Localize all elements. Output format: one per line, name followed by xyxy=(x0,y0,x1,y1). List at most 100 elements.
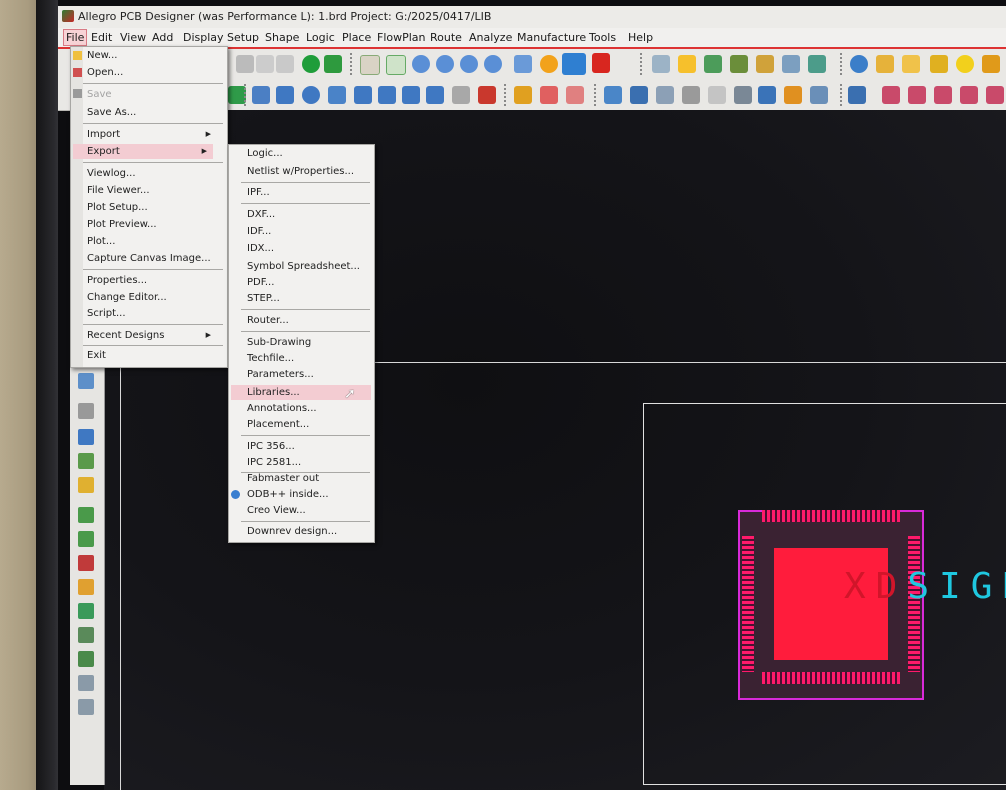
menu-item-properties[interactable]: Properties... xyxy=(87,273,147,288)
rotate-icon[interactable] xyxy=(78,675,94,691)
ratsnest-icon[interactable] xyxy=(302,55,320,73)
menu-tools[interactable]: Tools xyxy=(587,30,618,45)
menu-item-export-step[interactable]: STEP... xyxy=(247,291,280,306)
menu-view[interactable]: View xyxy=(118,30,148,45)
spread-icon[interactable] xyxy=(78,627,94,643)
info-icon[interactable] xyxy=(850,55,868,73)
grid-icon[interactable] xyxy=(652,55,670,73)
rect-icon[interactable] xyxy=(78,429,94,445)
menu-item-open[interactable]: Open... xyxy=(87,65,123,80)
connect-icon[interactable] xyxy=(78,507,94,523)
align-icon[interactable] xyxy=(78,373,94,389)
void-icon[interactable] xyxy=(378,86,396,104)
menu-item-plot-setup[interactable]: Plot Setup... xyxy=(87,200,148,215)
menu-item-export-logic[interactable]: Logic... xyxy=(247,146,283,161)
slide-tool-icon[interactable] xyxy=(78,531,94,547)
menu-item-export-ipc2581[interactable]: IPC 2581... xyxy=(247,455,301,470)
frame-icon[interactable] xyxy=(734,86,752,104)
mirror-icon[interactable] xyxy=(656,86,674,104)
slide-icon[interactable] xyxy=(908,86,926,104)
menu-item-file-viewer[interactable]: File Viewer... xyxy=(87,183,150,198)
fanout-icon[interactable] xyxy=(78,579,94,595)
zoom-out-icon[interactable] xyxy=(436,55,454,73)
delay-tune-icon[interactable] xyxy=(934,86,952,104)
menu-place[interactable]: Place xyxy=(340,30,373,45)
undo-icon[interactable] xyxy=(236,55,254,73)
array-icon[interactable] xyxy=(810,86,828,104)
shape-icon[interactable] xyxy=(354,86,372,104)
menu-item-export-placement[interactable]: Placement... xyxy=(247,417,309,432)
menu-add[interactable]: Add xyxy=(150,30,175,45)
color-icon[interactable] xyxy=(678,55,696,73)
dimension-icon[interactable] xyxy=(514,86,532,104)
swap-icon[interactable] xyxy=(630,86,648,104)
menu-setup[interactable]: Setup xyxy=(225,30,261,45)
menu-manufacture[interactable]: Manufacture xyxy=(515,30,588,45)
menu-item-export-odb[interactable]: ODB++ inside... xyxy=(247,487,329,502)
zoom-previous-icon[interactable] xyxy=(514,55,532,73)
via-icon[interactable] xyxy=(78,603,94,619)
add-connect-icon[interactable] xyxy=(882,86,900,104)
delete-icon[interactable] xyxy=(478,86,496,104)
merge-shapes-icon[interactable] xyxy=(426,86,444,104)
menu-item-import[interactable]: Import ▶ xyxy=(87,127,217,142)
menu-item-plot-preview[interactable]: Plot Preview... xyxy=(87,217,157,232)
menu-item-export-pdf[interactable]: PDF... xyxy=(247,275,274,290)
menu-item-exit[interactable]: Exit xyxy=(87,348,106,363)
add-line-icon[interactable] xyxy=(252,86,270,104)
measure-span-icon[interactable] xyxy=(566,86,584,104)
edit-text-icon[interactable] xyxy=(78,477,94,493)
line-icon[interactable] xyxy=(78,403,94,419)
menu-logic[interactable]: Logic xyxy=(304,30,337,45)
redraw-icon[interactable] xyxy=(540,55,558,73)
measure-h-icon[interactable] xyxy=(540,86,558,104)
menu-item-save-as[interactable]: Save As... xyxy=(87,105,136,120)
redo-icon[interactable] xyxy=(256,55,274,73)
highlight-icon[interactable] xyxy=(930,55,948,73)
dehighlight-icon[interactable] xyxy=(982,55,1000,73)
menu-item-export-netlist[interactable]: Netlist w/Properties... xyxy=(247,164,354,179)
menu-shape[interactable]: Shape xyxy=(263,30,301,45)
group-icon[interactable] xyxy=(78,699,94,715)
menu-item-export-fabmaster[interactable]: Fabmaster out xyxy=(247,471,319,486)
menu-item-change-editor[interactable]: Change Editor... xyxy=(87,290,167,305)
zoom-world-icon[interactable] xyxy=(460,55,478,73)
menu-item-export-symbol-spreadsheet[interactable]: Symbol Spreadsheet... xyxy=(247,259,360,274)
flip-icon[interactable] xyxy=(592,53,610,73)
pin-icon[interactable] xyxy=(324,55,342,73)
show-element-icon[interactable] xyxy=(876,55,894,73)
menu-item-export-techfile[interactable]: Techfile... xyxy=(247,351,294,366)
zoom-fit-icon[interactable] xyxy=(386,55,406,75)
table-icon[interactable] xyxy=(782,55,800,73)
zoom-in-icon[interactable] xyxy=(412,55,430,73)
refresh-icon[interactable] xyxy=(276,55,294,73)
layers-icon[interactable] xyxy=(730,55,748,73)
menu-flowplan[interactable]: FlowPlan xyxy=(375,30,428,45)
visibility-icon[interactable] xyxy=(756,55,774,73)
menu-item-export-annotations[interactable]: Annotations... xyxy=(247,401,317,416)
menu-item-export-router[interactable]: Router... xyxy=(247,313,289,328)
menu-item-export-creo[interactable]: Creo View... xyxy=(247,503,306,518)
menu-display[interactable]: Display xyxy=(181,30,226,45)
menu-item-export-dxf[interactable]: DXF... xyxy=(247,207,275,222)
place-manual-icon[interactable] xyxy=(604,86,622,104)
menu-item-recent-designs[interactable]: Recent Designs ▶ xyxy=(87,328,217,343)
measure-icon[interactable] xyxy=(902,55,920,73)
menu-item-export-ipf[interactable]: IPF... xyxy=(247,185,270,200)
menu-item-script[interactable]: Script... xyxy=(87,306,126,321)
board-icon[interactable] xyxy=(808,55,826,73)
chip-icon[interactable] xyxy=(758,86,776,104)
add-rect-icon[interactable] xyxy=(276,86,294,104)
ruler-icon[interactable] xyxy=(708,86,726,104)
menu-item-plot[interactable]: Plot... xyxy=(87,234,115,249)
menu-item-new[interactable]: New... xyxy=(87,48,117,63)
menu-item-export-idf[interactable]: IDF... xyxy=(247,224,271,239)
menu-edit[interactable]: Edit xyxy=(89,30,114,45)
vertex-icon[interactable] xyxy=(986,86,1004,104)
menu-item-capture-canvas[interactable]: Capture Canvas Image... xyxy=(87,251,211,266)
menu-analyze[interactable]: Analyze xyxy=(467,30,514,45)
text-icon[interactable] xyxy=(78,453,94,469)
add-circle-icon[interactable] xyxy=(302,86,320,104)
brightness-icon[interactable] xyxy=(956,55,974,73)
custom-smooth-icon[interactable] xyxy=(960,86,978,104)
